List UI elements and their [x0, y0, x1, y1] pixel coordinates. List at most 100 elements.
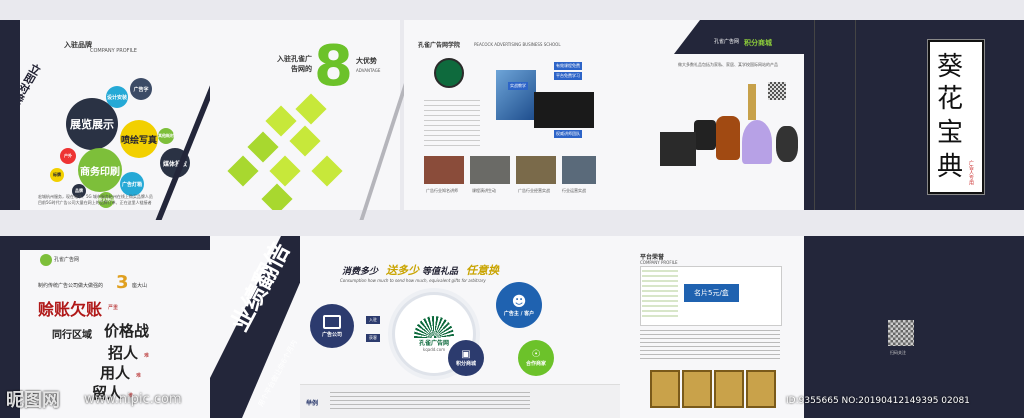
bubble-print: 商务印刷 [78, 148, 122, 192]
school-tag-4: 权威讲师团队 [554, 130, 582, 138]
qr-code [768, 82, 786, 100]
cart-icon: ☉ [531, 349, 541, 360]
advantage-title: 入驻孔雀广告网的 [277, 55, 312, 73]
school-cap-1: 广告行业知名讲师 [426, 188, 458, 193]
panel-header: 入驻品牌 [64, 41, 92, 49]
school-tag-1: 有效课程免费 [554, 62, 582, 70]
pain-4: 用人 [100, 364, 131, 382]
mountain-num: 3 [116, 272, 129, 293]
school-thumb-1 [424, 156, 464, 184]
screenshot-banner: 名片5元/盒 [684, 284, 739, 302]
gift-speaker [660, 132, 696, 166]
mall-title: 积分商城 [744, 39, 772, 47]
school-thumb-3 [516, 156, 556, 184]
node-customer-label: 广告主 / 客户 [503, 310, 535, 317]
node-partner-label: 合作商家 [525, 361, 546, 367]
pain-1-suffix: 严重 [108, 305, 119, 311]
top-cover: 葵 花 宝 典 广告人专用 [804, 20, 1024, 210]
mountain-line: 制约传统广告公司做大做强的 [38, 283, 104, 289]
advantage-number: 8 [314, 34, 353, 99]
pain-2b: 价格战 [104, 322, 150, 340]
headline-d: 任意换 [466, 264, 499, 277]
mall-header-bar [674, 20, 804, 54]
gift-helmet [776, 126, 798, 162]
advantage-sub: ADVANTAGE [356, 68, 381, 73]
certificate-1 [650, 370, 680, 408]
panel-top-band [20, 236, 210, 250]
gift-watch [694, 120, 716, 150]
arrow-label-1: 入驻 [366, 316, 380, 324]
school-sub: PEACOCK ADVERTISING BUSINESS SCHOOL [474, 42, 561, 47]
watermark-url: www.nipic.com [84, 392, 182, 407]
pain-3-suffix: 难 [144, 353, 150, 359]
honor-text [640, 330, 780, 360]
node-ad-company-label: 广告公司 [321, 331, 342, 338]
pain-3: 招人 [108, 344, 139, 362]
diamond-7 [311, 155, 343, 187]
headline-b: 送多少 [386, 264, 419, 277]
school-tag-3: 实战教学 [508, 82, 528, 90]
example-label: 举例 [306, 400, 319, 407]
bubble-other: 其他耗材 [158, 128, 174, 144]
mall-brand: 孔雀广告网 [714, 39, 740, 45]
cover-stamp: 广告人专用 [968, 160, 974, 185]
center-brand: 孔雀广告网 [418, 340, 449, 347]
brand-name: 孔雀广告网 [54, 257, 80, 263]
mall-desc: 做大多数礼品包括为家私、家居、某学校国际网站的产品 [678, 62, 778, 67]
screen-icon [323, 314, 341, 329]
qr-code [888, 320, 914, 346]
watermark-id: ID:9355665 NO:20190412149395 02081 [786, 396, 970, 406]
bottom-panel-4: 平台荣誉 COMPANY PROFILE 名片5元/盒 [620, 236, 804, 418]
bubble-sign: 广告字 [130, 78, 152, 100]
school-text-block [424, 100, 480, 150]
honor-sub: COMPANY PROFILE [640, 260, 678, 265]
top-panel-1: 入驻品牌 COMPANY PROFILE 立即对接海量客户 展览展示 商务印刷 … [20, 20, 210, 210]
cover-spine-lines [814, 20, 856, 210]
diamond-6 [269, 155, 301, 187]
panel-foot-2: 目前5G时代广告公司大量在网上的品牌订单、正在这里人链接者 [38, 200, 152, 205]
pain-4-suffix: 难 [136, 373, 142, 379]
diamond-8 [261, 183, 293, 210]
diamond-1 [265, 105, 297, 137]
gift-doll [742, 120, 772, 164]
school-cap-4: 行业运营实战 [562, 188, 586, 193]
top-panel-4: 孔雀广告网 积分商城 做大多数礼品包括为家私、家居、某学校国际网站的产品 [604, 20, 804, 210]
school-photo-2 [534, 92, 594, 128]
diamond-3 [247, 131, 279, 163]
node-mall-label: 积分商城 [455, 361, 476, 367]
bubble-plate: 标牌 [50, 168, 64, 182]
headline-sub: Consumption how much to send how much, e… [340, 278, 486, 283]
bottom-cover: 扫码关注 [804, 236, 1024, 418]
peacock-logo-icon [414, 316, 454, 338]
school-thumb-2 [470, 156, 510, 184]
node-ad-company: 广告公司 [310, 304, 354, 348]
school-tag-2: 平台免费学习 [554, 72, 582, 80]
pain-2a: 同行区域 [52, 330, 92, 341]
example-text [330, 392, 530, 412]
top-left-border [0, 20, 20, 210]
gift-lamp [748, 84, 756, 120]
watermark-logo: 昵图网 [6, 390, 60, 411]
headline-c: 等值礼品 [422, 267, 459, 277]
node-partner: ☉ 合作商家 [518, 340, 554, 376]
bubble-spray: 喷绘写真 [120, 120, 158, 158]
cover-char-2: 花 [937, 84, 964, 114]
center-url: kqadd.com [422, 347, 446, 352]
arrow-label-2: 获客 [366, 334, 380, 342]
school-cap-3: 广告行业经营实战 [518, 188, 550, 193]
bubble-lightbox: 广告灯箱 [120, 172, 144, 196]
bottom-panel-2: 业绩翻倍 用个平台做让你6个月内 [210, 236, 300, 418]
node-mall: ▣ 积分商城 [448, 340, 484, 376]
bubble-design: 设计安装 [106, 86, 128, 108]
cover-char-3: 宝 [937, 118, 964, 148]
peacock-logo-icon [434, 58, 464, 88]
school-brand: 孔雀广告网学院 [418, 42, 461, 49]
certificate-2 [682, 370, 712, 408]
advantage-suffix: 大优势 [356, 57, 377, 65]
screenshot-sidebar [642, 270, 678, 320]
diamond-4 [289, 125, 321, 157]
headline-a: 消费多少 [342, 267, 379, 277]
certificate-4 [746, 370, 776, 408]
qr-caption: 扫码关注 [890, 350, 906, 355]
certificate-3 [714, 370, 744, 408]
